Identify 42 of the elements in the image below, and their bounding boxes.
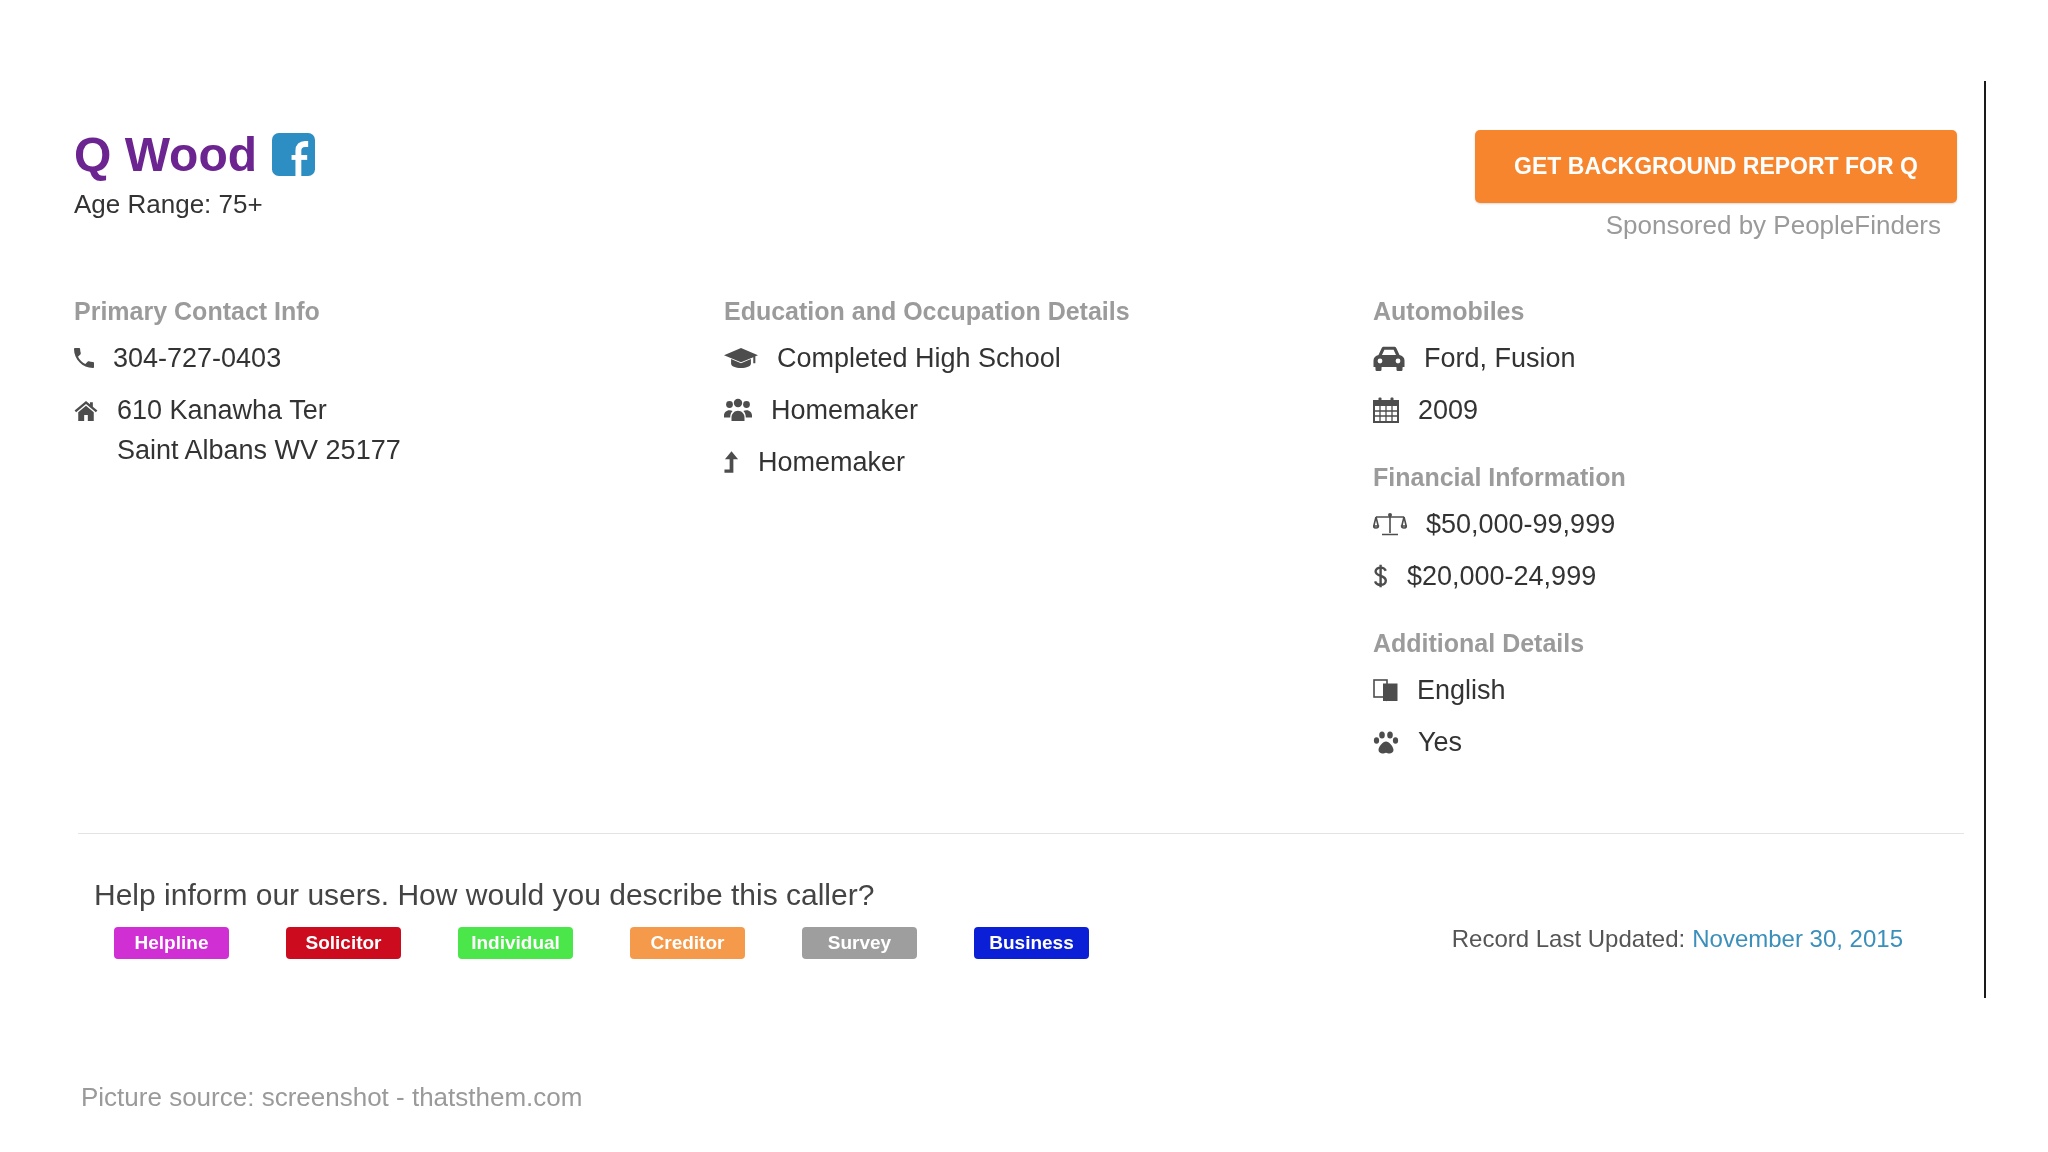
car-icon (1373, 345, 1405, 371)
net-worth-range: $50,000-99,999 (1426, 508, 1616, 541)
graduation-cap-icon (724, 347, 758, 369)
caller-type-button[interactable]: Solicitor (286, 927, 401, 959)
vehicle-text: Ford, Fusion (1424, 342, 1576, 375)
phone-icon (74, 348, 94, 368)
education-text: Completed High School (777, 342, 1061, 375)
person-name: Q Wood (74, 128, 258, 181)
caller-type-button[interactable]: Survey (802, 927, 917, 959)
language-text: English (1417, 674, 1506, 707)
section-heading: Education and Occupation Details (724, 296, 1131, 327)
section-heading: Automobiles (1373, 296, 1526, 327)
source-caption: Picture source: screenshot - thatsthem.com (81, 1082, 583, 1112)
address-line: Saint Albans WV 25177 (117, 434, 401, 467)
updated-date-link[interactable]: November 30, 2015 (1692, 923, 1903, 955)
facebook-icon[interactable] (272, 133, 316, 176)
home-icon (74, 399, 98, 421)
caller-type-button[interactable]: Creditor (630, 927, 745, 959)
occupation-text: Homemaker (758, 446, 906, 479)
paw-icon (1373, 730, 1399, 754)
arrow-up-icon (724, 451, 739, 473)
vehicle-year: 2009 (1418, 394, 1479, 427)
sponsor-text: Sponsored by PeopleFinders (1605, 210, 1941, 240)
calendar-icon (1373, 397, 1399, 423)
caller-type-button[interactable]: Helpline (114, 927, 229, 959)
dollar-icon (1373, 564, 1388, 588)
record-updated-label: Record Last Updated: (1451, 924, 1686, 954)
section-heading: Primary Contact Info (74, 296, 321, 327)
phone-number: 304-727-0403 (113, 342, 282, 375)
language-icon (1373, 678, 1398, 702)
age-range: Age Range: 75+ (74, 189, 264, 219)
section-heading: Financial Information (1373, 462, 1627, 493)
caller-question: Help inform our users. How would you describe this caller? (94, 877, 876, 913)
income-range: $20,000-24,999 (1407, 560, 1597, 593)
caller-type-button[interactable]: Business (974, 927, 1089, 959)
pets-text: Yes (1418, 726, 1463, 759)
occupation-text: Homemaker (771, 394, 919, 427)
address-line: 610 Kanawha Ter (117, 394, 327, 427)
section-heading: Additional Details (1373, 628, 1586, 659)
background-report-button[interactable]: GET BACKGROUND REPORT FOR Q (1475, 130, 1957, 203)
balance-scale-icon (1373, 512, 1407, 536)
users-icon (724, 398, 752, 422)
